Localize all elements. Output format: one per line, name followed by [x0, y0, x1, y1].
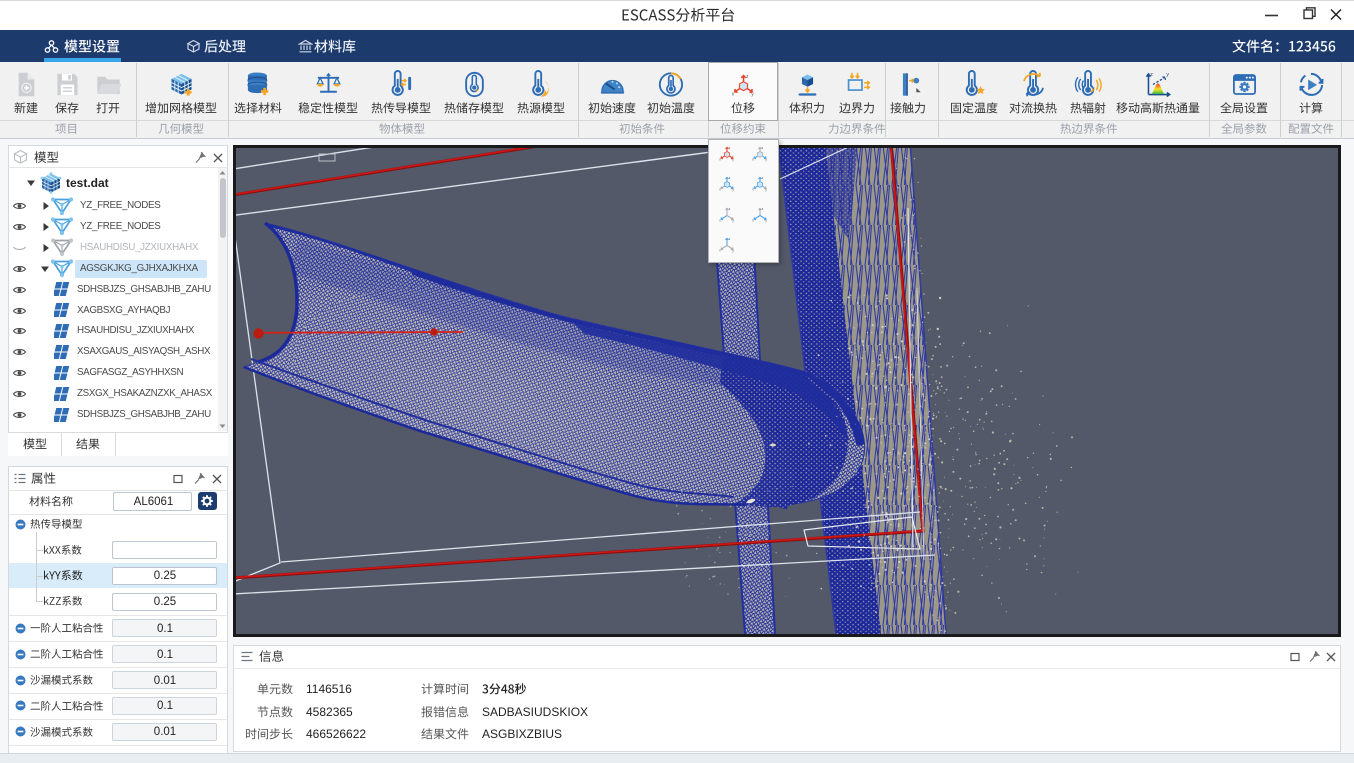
svg-text:y: y: [732, 249, 734, 253]
svg-text:y: y: [765, 218, 767, 222]
svg-text:y: y: [1166, 72, 1169, 78]
svg-text:y: y: [732, 188, 734, 192]
svg-text:y: y: [765, 158, 767, 162]
svg-text:z: z: [761, 207, 763, 211]
svg-text:z: z: [761, 176, 763, 180]
svg-text:z: z: [728, 146, 730, 150]
svg-text:z: z: [1150, 72, 1153, 78]
svg-text:z: z: [745, 74, 748, 80]
svg-text:y: y: [765, 188, 767, 192]
svg-text:y: y: [732, 158, 734, 162]
svg-text:z: z: [728, 176, 730, 180]
svg-text:z: z: [761, 146, 763, 150]
svg-text:y: y: [751, 91, 754, 97]
svg-text:z: z: [728, 207, 730, 211]
svg-text:z: z: [728, 237, 730, 241]
svg-text:y: y: [732, 218, 734, 222]
